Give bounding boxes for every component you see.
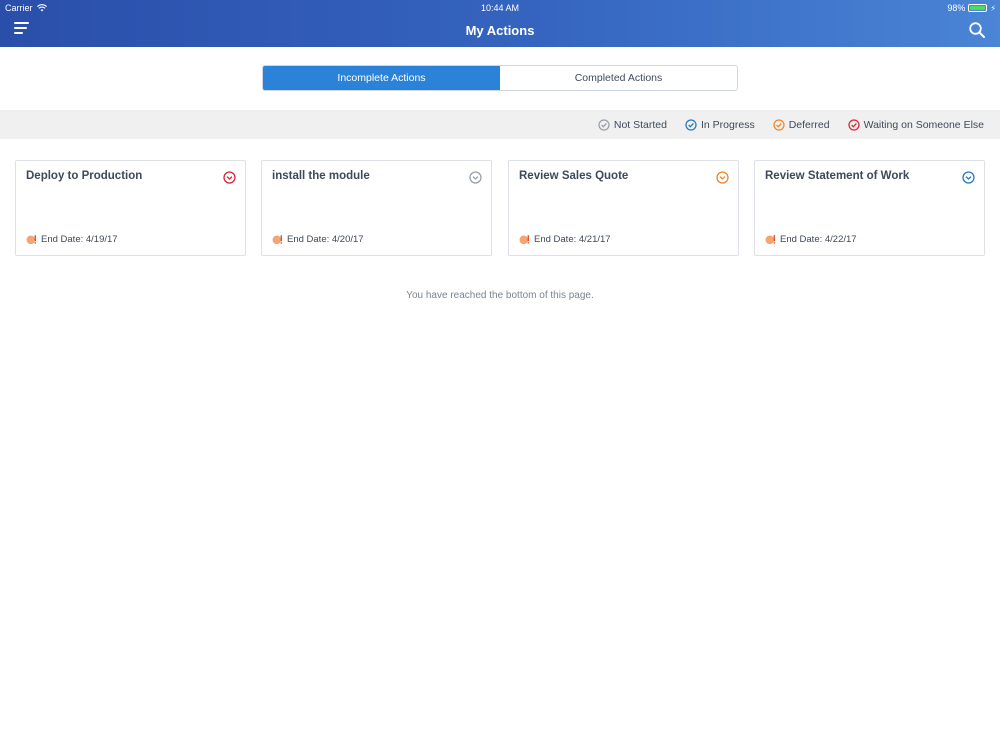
legend-not-started: Not Started bbox=[598, 119, 667, 131]
chevron-down-circle-icon[interactable] bbox=[716, 171, 729, 184]
action-card[interactable]: Review Statement of Work End Date: 4/22/… bbox=[754, 160, 985, 256]
actions-tab-control: Incomplete Actions Completed Actions bbox=[262, 65, 738, 91]
card-title: Review Sales Quote bbox=[519, 170, 629, 182]
search-icon[interactable] bbox=[968, 21, 986, 39]
check-circle-icon bbox=[685, 118, 697, 131]
action-cards: Deploy to Production End Date: 4/19/17 i… bbox=[15, 160, 986, 256]
end-date-text: End Date: 4/21/17 bbox=[534, 234, 611, 245]
page-title: My Actions bbox=[465, 23, 535, 38]
battery-level-fill bbox=[970, 6, 986, 10]
legend-label: Not Started bbox=[613, 118, 667, 131]
calendar-alert-icon bbox=[272, 235, 282, 245]
battery-status: 98% ⚡ bbox=[947, 3, 996, 13]
calendar-alert-icon bbox=[765, 235, 775, 245]
chevron-down-circle-icon[interactable] bbox=[962, 171, 975, 184]
legend-label: Deferred bbox=[788, 118, 830, 131]
tab-completed-actions[interactable]: Completed Actions bbox=[500, 66, 737, 90]
card-end-date: End Date: 4/20/17 bbox=[272, 234, 364, 245]
end-date-text: End Date: 4/20/17 bbox=[287, 234, 364, 245]
action-card[interactable]: Review Sales Quote End Date: 4/21/17 bbox=[508, 160, 739, 256]
end-date-text: End Date: 4/22/17 bbox=[780, 234, 857, 245]
battery-percent: 98% bbox=[947, 3, 966, 13]
end-of-list-message: You have reached the bottom of this page… bbox=[406, 290, 594, 301]
legend-label: In Progress bbox=[701, 118, 755, 131]
check-circle-icon bbox=[598, 118, 610, 131]
card-title: install the module bbox=[272, 170, 370, 182]
check-circle-icon bbox=[847, 118, 860, 131]
legend-deferred: Deferred bbox=[773, 119, 830, 131]
status-bar: Carrier 10:44 AM 98% ⚡ bbox=[0, 0, 1000, 16]
end-date-text: End Date: 4/19/17 bbox=[41, 234, 118, 245]
legend-label: Waiting on Someone Else bbox=[863, 118, 984, 131]
action-card[interactable]: install the module End Date: 4/20/17 bbox=[261, 160, 492, 256]
check-circle-icon bbox=[773, 118, 785, 131]
status-legend: Not Started In Progress Deferred Waiting… bbox=[0, 110, 1000, 139]
card-end-date: End Date: 4/19/17 bbox=[26, 234, 118, 245]
calendar-alert-icon bbox=[26, 235, 36, 245]
card-end-date: End Date: 4/22/17 bbox=[765, 234, 857, 245]
chevron-down-circle-icon[interactable] bbox=[469, 171, 482, 184]
chevron-down-circle-icon[interactable] bbox=[223, 171, 236, 184]
action-card[interactable]: Deploy to Production End Date: 4/19/17 bbox=[15, 160, 246, 256]
charging-icon: ⚡ bbox=[990, 3, 996, 13]
legend-in-progress: In Progress bbox=[685, 119, 755, 131]
tab-incomplete-actions[interactable]: Incomplete Actions bbox=[263, 66, 500, 90]
card-title: Deploy to Production bbox=[26, 170, 143, 182]
legend-waiting-on-someone-else: Waiting on Someone Else bbox=[847, 118, 984, 131]
calendar-alert-icon bbox=[519, 235, 529, 245]
app-header: Carrier 10:44 AM 98% ⚡ My Actions bbox=[0, 0, 1000, 47]
status-time: 10:44 AM bbox=[480, 3, 520, 13]
card-title: Review Statement of Work bbox=[765, 170, 910, 182]
battery-icon bbox=[968, 4, 988, 12]
card-end-date: End Date: 4/21/17 bbox=[519, 234, 611, 245]
